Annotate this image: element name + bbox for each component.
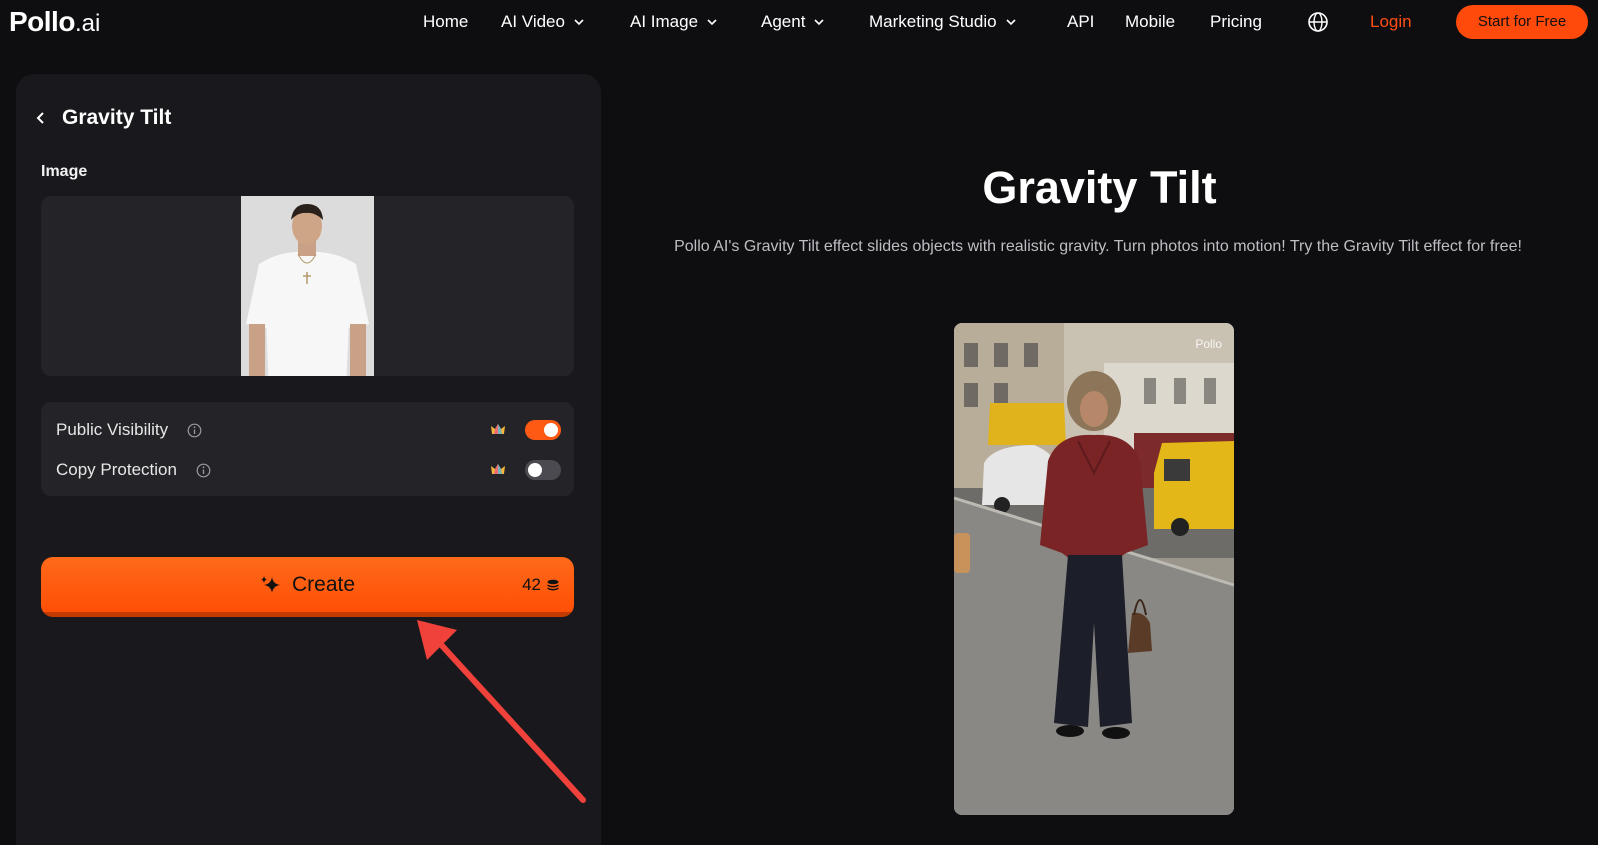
create-button-content: Create <box>41 557 574 612</box>
visibility-settings: Public Visibility Copy Protection <box>41 402 574 496</box>
nav-marketing-studio-label: Marketing Studio <box>869 12 997 31</box>
credit-cost-value: 42 <box>522 574 541 594</box>
uploaded-image-thumbnail <box>241 196 374 376</box>
chevron-down-icon <box>1006 19 1016 26</box>
info-icon[interactable] <box>187 423 202 438</box>
pollo-logo[interactable]: Pollo .ai <box>9 2 100 42</box>
effect-title: Gravity Tilt <box>982 162 1217 213</box>
create-button[interactable]: Create 42 <box>41 557 574 617</box>
info-icon[interactable] <box>196 463 211 478</box>
sparkle-icon <box>260 575 280 593</box>
preview-street-photo <box>954 323 1234 815</box>
nav-ai-image[interactable]: AI Image <box>630 0 718 44</box>
credits-coin-icon <box>547 579 559 590</box>
nav-home-label: Home <box>423 12 469 31</box>
nav-api[interactable]: API <box>1067 0 1094 44</box>
preview-watermark: Pollo <box>1195 337 1222 351</box>
copy-protection-toggle[interactable] <box>525 460 561 480</box>
nav-ai-image-label: AI Image <box>630 12 699 31</box>
effect-description: Pollo AI's Gravity Tilt effect slides ob… <box>674 238 1522 255</box>
image-section-label: Image <box>41 163 88 180</box>
nav-agent[interactable]: Agent <box>761 0 825 44</box>
chevron-left-icon <box>36 112 44 124</box>
nav-ai-video-label: AI Video <box>501 12 565 31</box>
public-visibility-label: Public Visibility <box>56 420 169 439</box>
back-button[interactable]: Gravity Tilt <box>34 102 171 134</box>
panel-title: Gravity Tilt <box>62 106 172 129</box>
globe-icon[interactable] <box>1307 11 1329 33</box>
nav-mobile-label: Mobile <box>1125 12 1176 31</box>
nav-agent-label: Agent <box>761 12 806 31</box>
nav-api-label: API <box>1067 12 1095 31</box>
nav-pricing-label: Pricing <box>1210 12 1262 31</box>
toggle-knob <box>528 463 542 477</box>
toggle-knob <box>544 423 558 437</box>
nav-ai-video[interactable]: AI Video <box>501 0 585 44</box>
image-upload-area[interactable] <box>41 196 574 376</box>
effect-preview-video[interactable]: Pollo <box>954 323 1234 815</box>
premium-crown-icon <box>491 464 505 474</box>
copy-protection-row: Copy Protection <box>41 456 574 484</box>
nav-pricing[interactable]: Pricing <box>1210 0 1262 44</box>
public-visibility-toggle[interactable] <box>525 420 561 440</box>
chevron-down-icon <box>574 19 584 26</box>
logo-text-main: Pollo <box>9 6 75 37</box>
credit-cost: 42 <box>522 557 560 612</box>
chevron-down-icon <box>814 19 825 26</box>
premium-crown-icon <box>491 424 505 434</box>
login-link[interactable]: Login <box>1370 0 1412 44</box>
start-for-free-button[interactable]: Start for Free <box>1456 5 1588 39</box>
public-visibility-row: Public Visibility <box>41 416 574 444</box>
logo-text-suffix: .ai <box>74 10 101 37</box>
nav-mobile[interactable]: Mobile <box>1125 0 1175 44</box>
create-button-label: Create <box>291 572 356 596</box>
nav-home[interactable]: Home <box>423 0 468 44</box>
copy-protection-label: Copy Protection <box>56 460 177 479</box>
top-navigation: Pollo .ai Home AI Video AI Image Agent M… <box>0 0 1598 44</box>
chevron-down-icon <box>707 19 717 26</box>
nav-marketing-studio[interactable]: Marketing Studio <box>869 0 1017 44</box>
